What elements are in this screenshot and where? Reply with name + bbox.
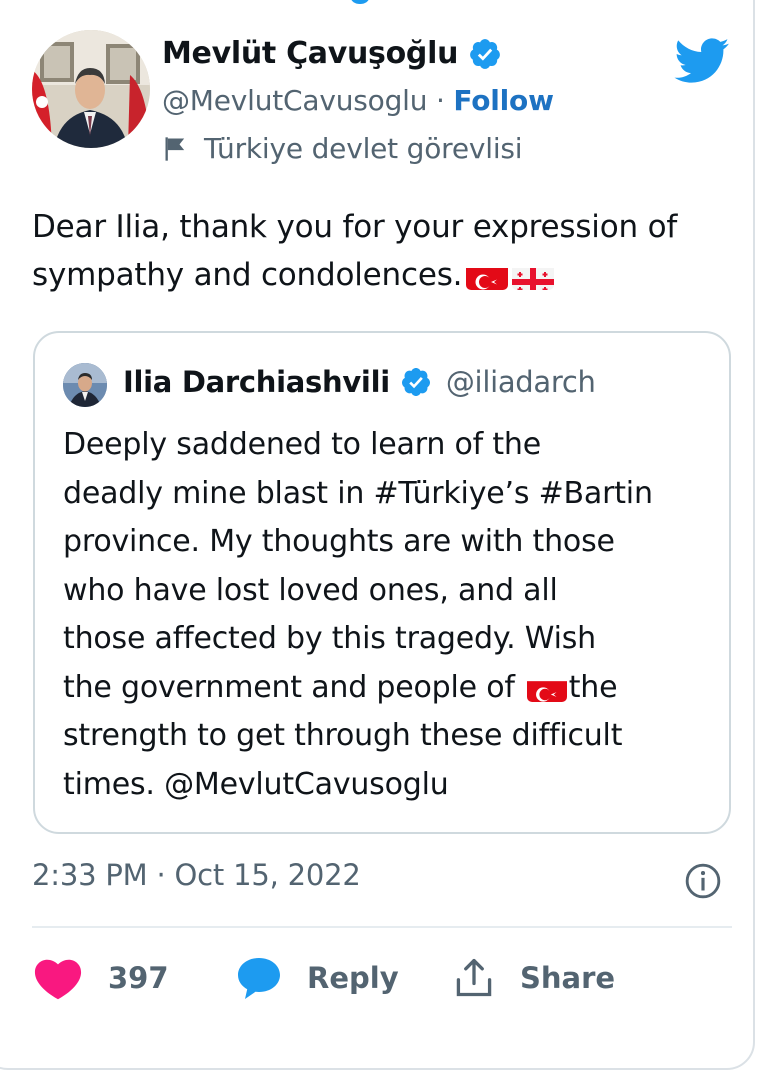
reply-bubble-icon: [238, 958, 280, 999]
quoted-text-line: those affected by this tragedy. Wish: [63, 621, 596, 656]
timestamp[interactable]: 2:33 PM · Oct 15, 2022: [32, 858, 361, 892]
author-handle[interactable]: @MevlutCavusoglu: [162, 84, 428, 117]
quoted-text-segment: the: [568, 669, 618, 705]
share-label: Share: [520, 961, 616, 995]
account-label[interactable]: Türkiye devlet görevlisi: [162, 132, 523, 165]
quoted-text-line: who have lost loved ones, and all: [63, 572, 558, 608]
follow-button[interactable]: Follow: [453, 84, 554, 117]
quoted-author-photo: [63, 363, 107, 407]
quoted-text-line: deadly mine blast in #Türkiye’s #Bartin: [63, 475, 653, 511]
like-count: 397: [108, 961, 169, 995]
heart-icon: [34, 959, 82, 1000]
quoted-text-line: Deeply saddened to learn of the: [63, 427, 541, 462]
quoted-text-line: strength to get through these difficult: [63, 718, 623, 753]
tweet-text: Dear Ilia, thank you for your expression…: [32, 203, 732, 299]
account-label-text: Türkiye devlet görevlisi: [204, 132, 523, 165]
quoted-text-line: province. My thoughts are with those: [63, 524, 615, 559]
verified-badge-icon: [470, 38, 501, 69]
quoted-tweet-text: Deeply saddened to learn of the deadly m…: [63, 421, 723, 809]
author-avatar[interactable]: [32, 30, 150, 148]
reply-button[interactable]: Reply: [235, 950, 399, 1006]
quoted-tweet[interactable]: Ilia Darchiashvili @iliadarch Deeply sad…: [33, 331, 731, 834]
flag-georgia-emoji: [512, 262, 555, 290]
divider: [32, 926, 732, 928]
tweet-text-body: Dear Ilia, thank you for your expression…: [32, 209, 678, 293]
flag-turkey-emoji: [526, 675, 567, 702]
quoted-text-line: times. @MevlutCavusoglu: [63, 766, 449, 802]
author-photo: [32, 30, 150, 148]
quoted-author-handle[interactable]: @iliadarch: [446, 365, 596, 399]
quoted-author-name[interactable]: Ilia Darchiashvili: [123, 365, 390, 399]
quoted-author-avatar[interactable]: [63, 363, 107, 407]
reply-label: Reply: [307, 961, 399, 995]
share-icon: [456, 958, 492, 997]
twitter-bird-icon[interactable]: [672, 38, 730, 86]
government-flag-icon: [165, 136, 185, 161]
quoted-text-segment: the government and people of: [63, 669, 515, 705]
like-button[interactable]: 397: [34, 950, 169, 1006]
separator-dot: ·: [436, 84, 445, 117]
quoted-text-line-with-flag: the government and people of the: [63, 664, 723, 713]
quoted-author-line: Ilia Darchiashvili @iliadarch: [123, 365, 596, 399]
flag-turkey-emoji: [466, 262, 509, 290]
author-name-text: Mevlüt Çavuşoğlu: [162, 36, 459, 71]
info-icon[interactable]: [684, 862, 722, 900]
share-button[interactable]: Share: [452, 950, 615, 1006]
handle-line: @MevlutCavusoglu · Follow: [162, 84, 554, 117]
verified-badge-icon: [401, 368, 430, 396]
author-name[interactable]: Mevlüt Çavuşoğlu: [162, 36, 502, 71]
